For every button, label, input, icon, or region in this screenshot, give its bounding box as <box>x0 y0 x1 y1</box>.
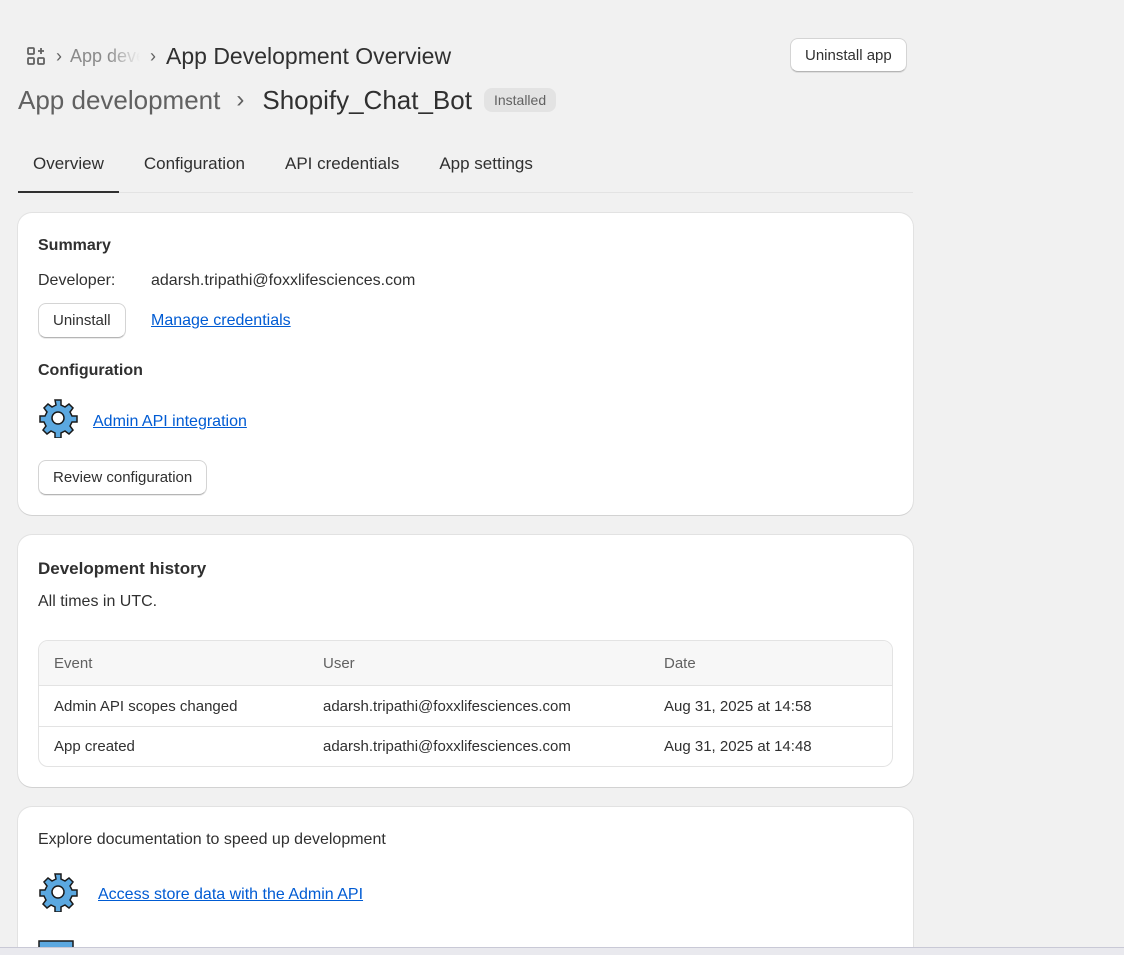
review-configuration-button[interactable]: Review configuration <box>38 460 208 495</box>
date-cell: Aug 31, 2025 at 14:48 <box>664 738 812 755</box>
title-parent-link[interactable]: App development <box>18 85 220 116</box>
gear-icon <box>39 873 78 912</box>
status-badge: Installed <box>483 88 557 112</box>
app-name: Shopify_Chat_Bot <box>262 84 472 115</box>
date-cell: Aug 31, 2025 at 14:58 <box>664 697 812 715</box>
column-header-event: Event <box>54 654 93 672</box>
history-title: Development history <box>38 559 207 578</box>
tab-bar: Overview Configuration API credentials A… <box>18 140 913 193</box>
chevron-right-icon: › <box>236 86 245 113</box>
tab-app-settings[interactable]: App settings <box>424 140 548 192</box>
manage-credentials-link[interactable]: Manage credentials <box>151 312 291 330</box>
development-history-card: Development history All times in UTC. Ev… <box>18 535 913 787</box>
page-heading: App Development Overview <box>166 42 452 69</box>
column-header-date: Date <box>664 654 696 672</box>
summary-title: Summary <box>38 237 111 254</box>
apps-icon[interactable] <box>26 46 46 66</box>
chevron-right-icon: › <box>56 45 62 66</box>
event-cell: Admin API scopes changed <box>54 697 238 715</box>
developer-label: Developer: <box>38 272 116 289</box>
table-row: Admin API scopes changed adarsh.tripathi… <box>39 686 892 726</box>
admin-api-integration-link[interactable]: Admin API integration <box>93 413 247 431</box>
column-header-user: User <box>323 654 355 672</box>
breadcrumb-app-development[interactable]: App development <box>70 46 140 67</box>
page-title: App development › Shopify_Chat_Bot Insta… <box>18 84 557 116</box>
tab-configuration[interactable]: Configuration <box>129 140 260 192</box>
configuration-title: Configuration <box>38 362 143 379</box>
summary-card: Summary Developer: adarsh.tripathi@foxxl… <box>18 213 913 515</box>
documentation-card: Explore documentation to speed up develo… <box>18 807 913 955</box>
breadcrumb: › App development › App Development Over… <box>26 40 451 72</box>
gear-icon <box>39 399 78 438</box>
uninstall-app-button[interactable]: Uninstall app <box>790 38 907 72</box>
tab-api-credentials[interactable]: API credentials <box>270 140 414 192</box>
history-table: Event User Date Admin API scopes changed… <box>38 640 893 767</box>
user-cell: adarsh.tripathi@foxxlifesciences.com <box>323 738 571 755</box>
history-subtitle: All times in UTC. <box>38 593 158 610</box>
table-row: App created adarsh.tripathi@foxxlifescie… <box>39 726 892 766</box>
developer-email: adarsh.tripathi@foxxlifesciences.com <box>151 272 416 289</box>
tab-overview[interactable]: Overview <box>18 140 119 193</box>
chevron-right-icon: › <box>150 45 156 66</box>
uninstall-button[interactable]: Uninstall <box>38 303 126 338</box>
admin-api-docs-link[interactable]: Access store data with the Admin API <box>98 886 363 904</box>
table-header: Event User Date <box>39 641 892 686</box>
event-cell: App created <box>54 738 135 755</box>
docs-title: Explore documentation to speed up develo… <box>38 831 386 848</box>
window-bottom-edge <box>0 947 1124 955</box>
user-cell: adarsh.tripathi@foxxlifesciences.com <box>323 697 571 715</box>
